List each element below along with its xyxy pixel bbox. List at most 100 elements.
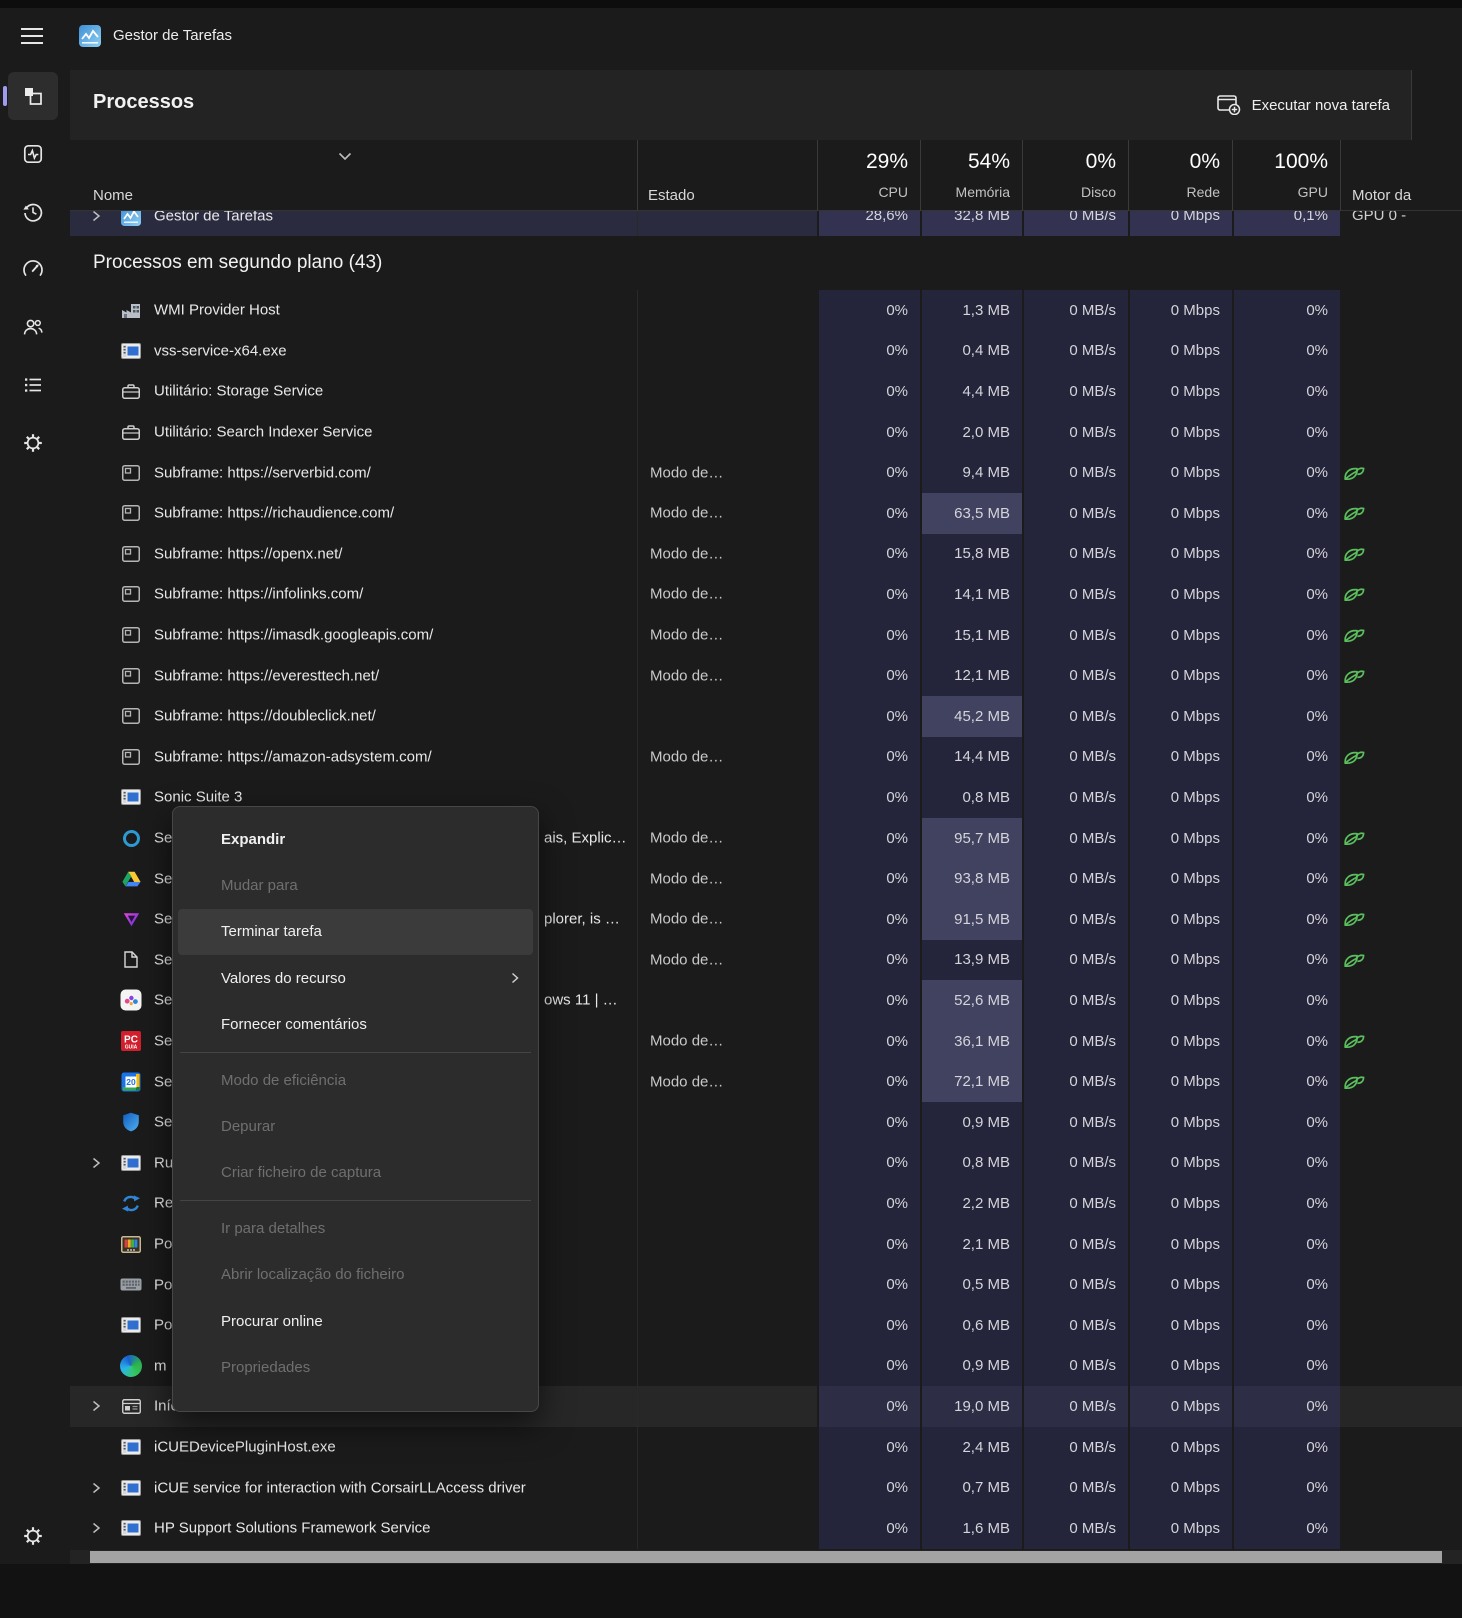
wbadge-icon	[120, 989, 142, 1011]
cpu-cell: 0%	[817, 818, 920, 859]
menu-item-procurar-online[interactable]: Procurar online	[178, 1298, 533, 1344]
column-header-net[interactable]: 0%Rede	[1128, 140, 1232, 211]
process-row[interactable]: Subframe: https://doubleclick.net/0%45,2…	[70, 696, 1462, 737]
column-separator	[1232, 140, 1233, 211]
process-row[interactable]: iCUE service for interaction with Corsai…	[70, 1467, 1462, 1508]
cpu-cell: 0%	[817, 331, 920, 372]
process-row[interactable]: vss-service-x64.exe0%0,4 MB0 MB/s0 Mbps0…	[70, 331, 1462, 372]
process-row[interactable]: Gestor de Tarefas28,6%32,8 MB0 MB/s0 Mbp…	[70, 211, 1462, 236]
status-cell	[637, 371, 817, 412]
subframe-icon	[120, 583, 142, 605]
mem-cell: 2,2 MB	[920, 1183, 1022, 1224]
column-header-cpu[interactable]: 29%CPU	[817, 140, 920, 211]
column-header-name[interactable]: Nome	[93, 187, 133, 204]
menu-item-label: Ir para detalhes	[221, 1220, 325, 1237]
horizontal-scrollbar[interactable]	[70, 1550, 1462, 1564]
process-name: Sonic Suite 3	[154, 789, 242, 806]
disk-cell: 0 MB/s	[1022, 777, 1128, 818]
process-name-fragment: ais, Explic…	[544, 830, 627, 847]
status-text: Modo de…	[650, 627, 723, 644]
submenu-arrow-icon	[511, 972, 519, 984]
column-header-mem[interactable]: 54%Memória	[920, 140, 1022, 211]
page-title: Processos	[93, 91, 194, 114]
expand-chevron-icon[interactable]	[92, 211, 101, 222]
process-name: Se	[154, 992, 172, 1009]
menu-item-expandir[interactable]: Expandir	[178, 816, 533, 862]
hamburger-menu-button[interactable]	[16, 24, 48, 48]
disk-cell: 0 MB/s	[1022, 1183, 1128, 1224]
sidebar-item-app-history[interactable]	[8, 188, 58, 236]
net-cell: 0 Mbps	[1128, 574, 1232, 615]
settings-gear-icon	[22, 1525, 44, 1547]
column-header-status[interactable]: Estado	[648, 187, 695, 204]
menu-separator	[180, 1200, 531, 1201]
mem-cell: 0,7 MB	[920, 1467, 1022, 1508]
status-cell: Modo de…	[637, 615, 817, 656]
status-text: Modo de…	[650, 667, 723, 684]
mem-cell: 12,1 MB	[920, 655, 1022, 696]
menu-item-fornecer-comentarios[interactable]: Fornecer comentários	[178, 1002, 533, 1048]
process-row[interactable]: Subframe: https://imasdk.googleapis.com/…	[70, 615, 1462, 656]
status-cell: Modo de…	[637, 818, 817, 859]
process-name: Se	[154, 1033, 172, 1050]
column-header-gpu[interactable]: 100%GPU	[1232, 140, 1340, 211]
status-cell	[637, 1386, 817, 1427]
expand-chevron-icon[interactable]	[92, 1157, 101, 1169]
process-row[interactable]: Utilitário: Storage Service0%4,4 MB0 MB/…	[70, 371, 1462, 412]
group-collapse-chevron-icon[interactable]	[338, 148, 352, 166]
sidebar-item-services[interactable]	[8, 419, 58, 467]
run-new-task-button[interactable]: Executar nova tarefa	[1217, 87, 1390, 123]
menu-item-abrir-localizacao-do-ficheiro: Abrir localização do ficheiro	[178, 1252, 533, 1298]
expand-chevron-icon[interactable]	[92, 1522, 101, 1534]
disk-cell: 0 MB/s	[1022, 211, 1128, 236]
process-row[interactable]: Subframe: https://everesttech.net/Modo d…	[70, 655, 1462, 696]
net-cell: 0 Mbps	[1128, 737, 1232, 778]
mem-cell: 15,8 MB	[920, 534, 1022, 575]
status-cell: Modo de…	[637, 452, 817, 493]
disk-cell: 0 MB/s	[1022, 574, 1128, 615]
column-header-gpu-engine[interactable]: Motor da	[1352, 187, 1411, 204]
menu-item-valores-do-recurso[interactable]: Valores do recurso	[178, 955, 533, 1001]
expand-chevron-icon[interactable]	[92, 1400, 101, 1412]
process-row[interactable]: WMI Provider Host0%1,3 MB0 MB/s0 Mbps0%	[70, 290, 1462, 331]
column-header-disk[interactable]: 0%Disco	[1022, 140, 1128, 211]
process-row[interactable]: Utilitário: Search Indexer Service0%2,0 …	[70, 412, 1462, 453]
sidebar-item-processes[interactable]	[8, 72, 58, 120]
sidebar-item-performance[interactable]	[8, 130, 58, 178]
process-name: Subframe: https://serverbid.com/	[154, 464, 371, 481]
efficiency-mode-leaf-icon	[1343, 869, 1366, 888]
mem-cell: 14,1 MB	[920, 574, 1022, 615]
process-row[interactable]: Subframe: https://amazon-adsystem.com/Mo…	[70, 737, 1462, 778]
gpu-engine-cell: GPU 0 -	[1340, 211, 1462, 236]
process-row[interactable]: HP Support Solutions Framework Service0%…	[70, 1508, 1462, 1549]
process-row[interactable]: Subframe: https://openx.net/Modo de…0%15…	[70, 534, 1462, 575]
process-row[interactable]: iCUEDevicePluginHost.exe0%2,4 MB0 MB/s0 …	[70, 1427, 1462, 1468]
cpu-cell: 0%	[817, 1102, 920, 1143]
status-cell: Modo de…	[637, 737, 817, 778]
sidebar-item-settings[interactable]	[8, 1512, 58, 1560]
table-column-headers: Nome Estado Motor da 29%CPU54%Memória0%D…	[70, 140, 1462, 211]
process-name: Utilitário: Storage Service	[154, 383, 323, 400]
disk-cell: 0 MB/s	[1022, 1386, 1128, 1427]
sidebar-item-details[interactable]	[8, 361, 58, 409]
menu-item-terminar-tarefa[interactable]: Terminar tarefa	[178, 909, 533, 955]
mem-cell: 1,3 MB	[920, 290, 1022, 331]
status-cell	[637, 980, 817, 1021]
process-row[interactable]: Subframe: https://infolinks.com/Modo de……	[70, 574, 1462, 615]
process-name: Ru	[154, 1154, 173, 1171]
sidebar-item-startup-apps[interactable]	[8, 246, 58, 294]
briefcase-icon	[120, 380, 142, 402]
process-row[interactable]: Subframe: https://richaudience.com/Modo …	[70, 493, 1462, 534]
task-manager-app-icon	[79, 25, 101, 47]
users-icon	[22, 316, 44, 338]
cpu-cell: 0%	[817, 737, 920, 778]
status-text: Modo de…	[650, 1073, 723, 1090]
mem-cell: 63,5 MB	[920, 493, 1022, 534]
cpu-cell: 0%	[817, 1346, 920, 1387]
sidebar-item-users[interactable]	[8, 303, 58, 351]
horizontal-scrollbar-thumb[interactable]	[90, 1551, 1442, 1563]
expand-chevron-icon[interactable]	[92, 1482, 101, 1494]
process-name: Se	[154, 1073, 172, 1090]
cpu-cell: 0%	[817, 1143, 920, 1184]
process-row[interactable]: Subframe: https://serverbid.com/Modo de……	[70, 452, 1462, 493]
